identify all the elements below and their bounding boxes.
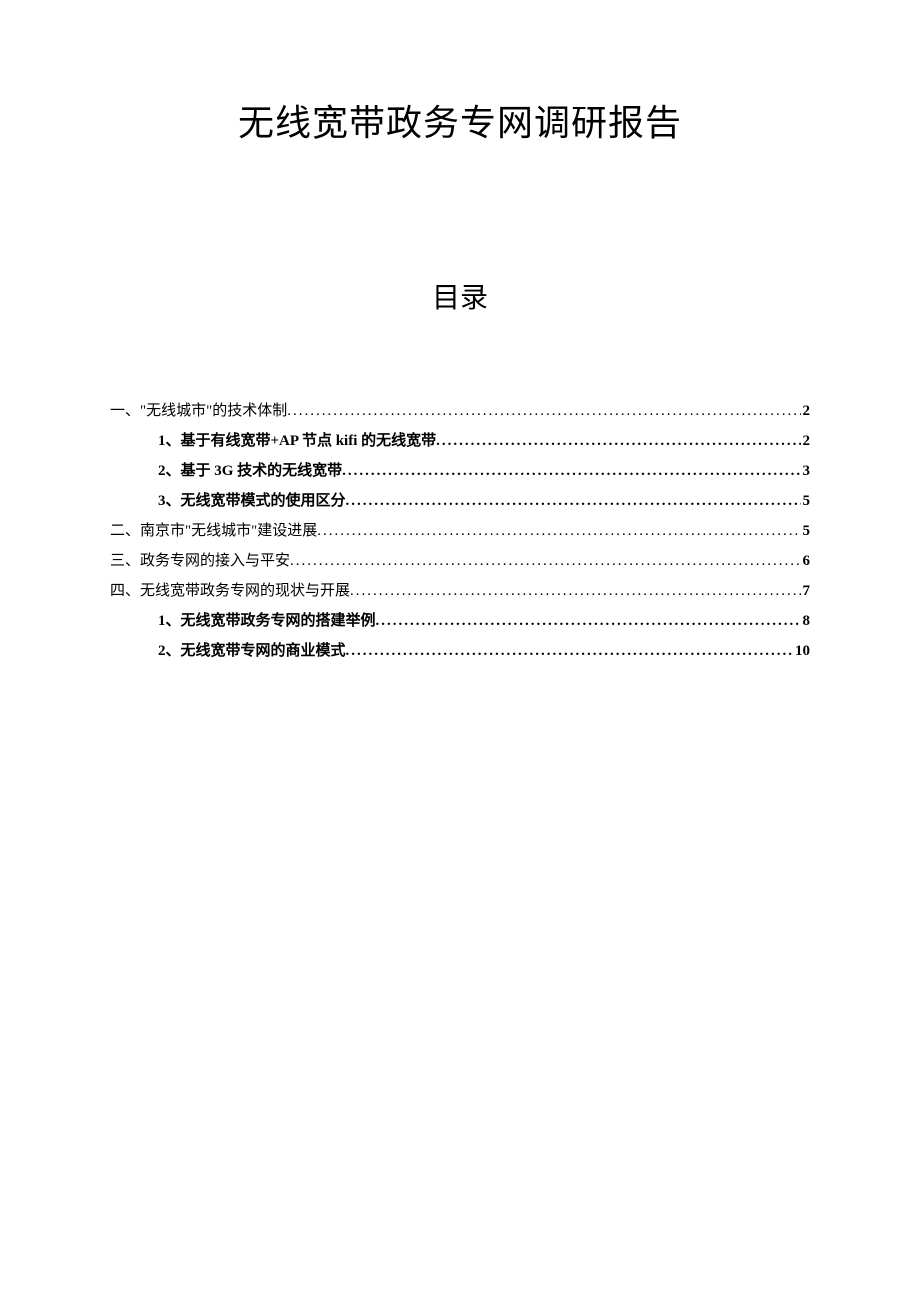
toc-entry-page: 8 <box>801 606 811 636</box>
toc-entry: 四、无线宽带政务专网的现状与开展 7 <box>110 576 810 606</box>
toc-entry-page: 5 <box>801 486 811 516</box>
toc-leader-dots <box>290 546 800 576</box>
toc-entry-label: 3、无线宽带模式的使用区分 <box>158 486 346 516</box>
toc-leader-dots <box>317 516 800 546</box>
toc-entry-page: 10 <box>793 636 810 666</box>
toc-entry-label: 三、政务专网的接入与平安 <box>110 546 290 576</box>
toc-entry-page: 5 <box>801 516 811 546</box>
toc-entry: 1、无线宽带政务专网的搭建举例 8 <box>110 606 810 636</box>
toc-entry: 三、政务专网的接入与平安 6 <box>110 546 810 576</box>
toc-entry: 1、基于有线宽带+AP 节点 kifi 的无线宽带 2 <box>110 426 810 456</box>
toc-entry: 3、无线宽带模式的使用区分 5 <box>110 486 810 516</box>
toc-entry: 2、无线宽带专网的商业模式 10 <box>110 636 810 666</box>
toc-heading: 目录 <box>110 276 810 316</box>
toc-leader-dots <box>346 636 793 666</box>
toc-leader-dots <box>350 576 800 606</box>
toc-entry: 2、基于 3G 技术的无线宽带 3 <box>110 456 810 486</box>
document-title: 无线宽带政务专网调研报告 <box>110 94 810 146</box>
toc-leader-dots <box>436 426 800 456</box>
document-page: 无线宽带政务专网调研报告 目录 一、"无线城市"的技术体制 2 1、基于有线宽带… <box>0 0 920 1301</box>
toc-entry-label: 一、"无线城市"的技术体制 <box>110 396 287 426</box>
table-of-contents: 一、"无线城市"的技术体制 2 1、基于有线宽带+AP 节点 kifi 的无线宽… <box>110 396 810 666</box>
toc-entry-label: 2、基于 3G 技术的无线宽带 <box>158 456 342 486</box>
toc-entry-label: 2、无线宽带专网的商业模式 <box>158 636 346 666</box>
toc-leader-dots <box>376 606 801 636</box>
toc-entry-label: 1、无线宽带政务专网的搭建举例 <box>158 606 376 636</box>
toc-entry-page: 6 <box>801 546 811 576</box>
toc-leader-dots <box>346 486 801 516</box>
toc-leader-dots <box>342 456 800 486</box>
toc-entry-label: 1、基于有线宽带+AP 节点 kifi 的无线宽带 <box>158 426 436 456</box>
toc-entry: 二、南京市"无线城市"建设进展 5 <box>110 516 810 546</box>
toc-entry-page: 2 <box>801 396 811 426</box>
toc-entry-page: 2 <box>801 426 811 456</box>
toc-entry-label: 四、无线宽带政务专网的现状与开展 <box>110 576 350 606</box>
toc-entry: 一、"无线城市"的技术体制 2 <box>110 396 810 426</box>
toc-entry-page: 7 <box>801 576 811 606</box>
toc-entry-label: 二、南京市"无线城市"建设进展 <box>110 516 317 546</box>
toc-leader-dots <box>287 396 800 426</box>
toc-entry-page: 3 <box>801 456 811 486</box>
